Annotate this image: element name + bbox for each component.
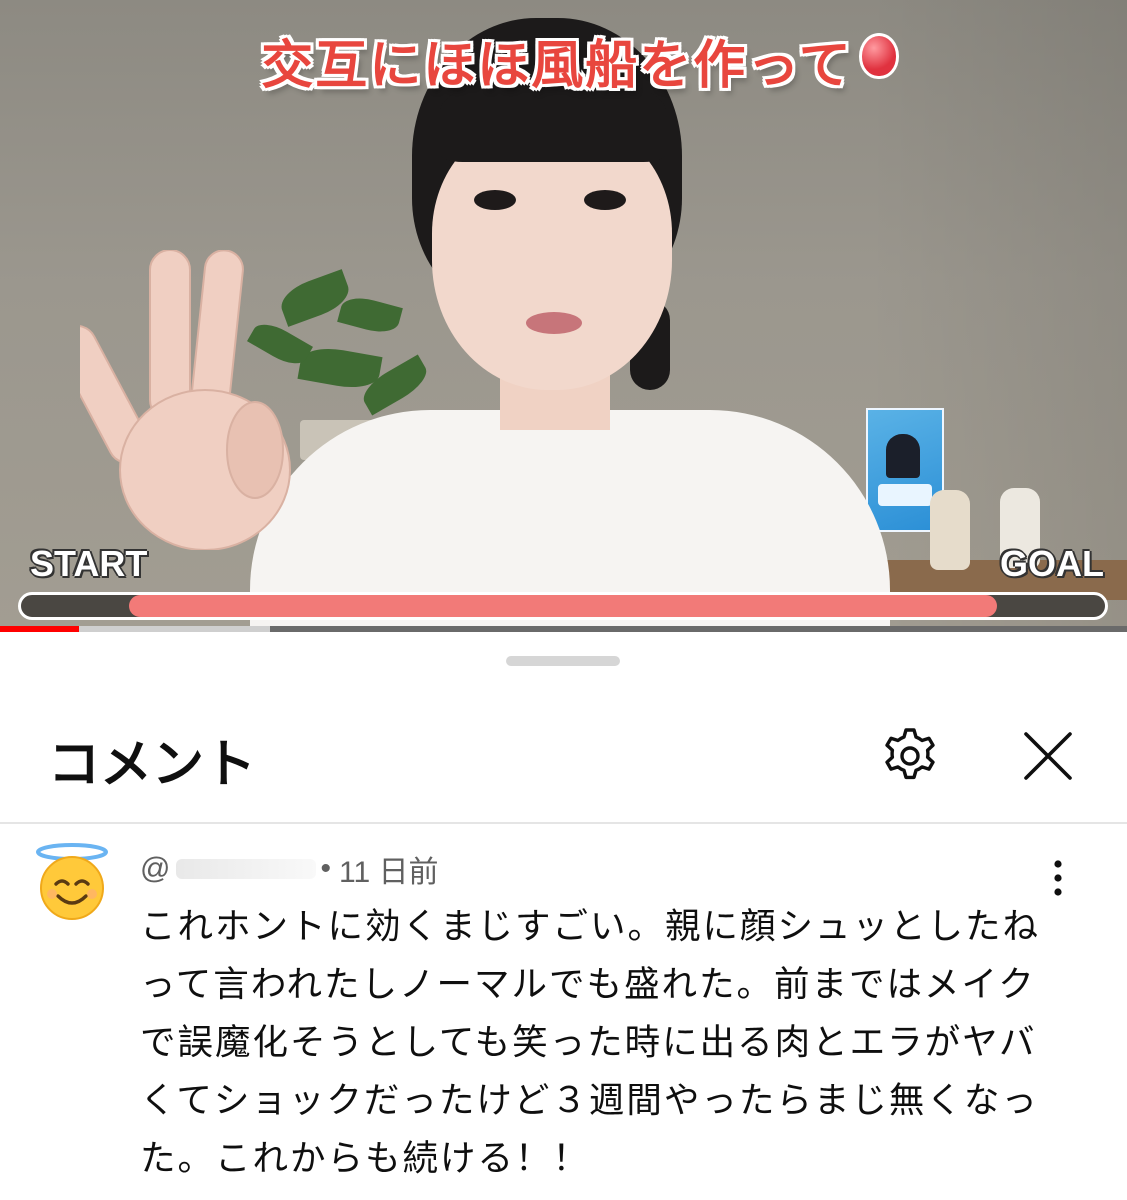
plant-leaf bbox=[337, 292, 403, 338]
video-player[interactable]: 交互にほほ風船を作って START GOAL bbox=[0, 0, 1127, 632]
ok-hand-gesture bbox=[80, 250, 291, 550]
header-divider bbox=[0, 822, 1127, 824]
balloon-icon bbox=[858, 33, 899, 79]
more-options-icon[interactable] bbox=[1040, 858, 1076, 898]
comment-text: これホントに効くまじすごい。親に顔シュッとしたねって言われたしノーマルでも盛れた… bbox=[140, 906, 1041, 1179]
background-figurine bbox=[930, 490, 970, 570]
meta-separator: • bbox=[320, 852, 331, 885]
comments-sheet: コメント @ • 11 日前 これホントに効くまじすごい。親に顔シュッとしたねっ… bbox=[0, 632, 1127, 1200]
comment-timestamp: 11 日前 bbox=[338, 856, 439, 889]
video-caption: 交互にほほ風船を作って bbox=[180, 20, 980, 100]
drag-handle[interactable] bbox=[506, 656, 620, 666]
comments-title: コメント bbox=[48, 736, 257, 794]
redacted-username bbox=[176, 859, 317, 879]
comment-author-handle[interactable]: @ bbox=[140, 852, 170, 886]
goal-label: GOAL bbox=[1000, 543, 1104, 584]
person-mouth bbox=[526, 312, 582, 334]
start-label: START bbox=[30, 543, 148, 584]
exercise-progress-fill bbox=[129, 595, 997, 617]
person-eye bbox=[584, 190, 626, 210]
comment-meta: @ • 11 日前 bbox=[140, 847, 438, 891]
person-eye bbox=[474, 190, 516, 210]
close-icon[interactable] bbox=[1016, 724, 1080, 788]
gear-icon[interactable] bbox=[878, 724, 942, 788]
user-avatar[interactable] bbox=[32, 842, 112, 922]
video-caption-text: 交互にほほ風船を作って bbox=[261, 35, 853, 96]
exercise-progress-bar bbox=[18, 592, 1108, 620]
